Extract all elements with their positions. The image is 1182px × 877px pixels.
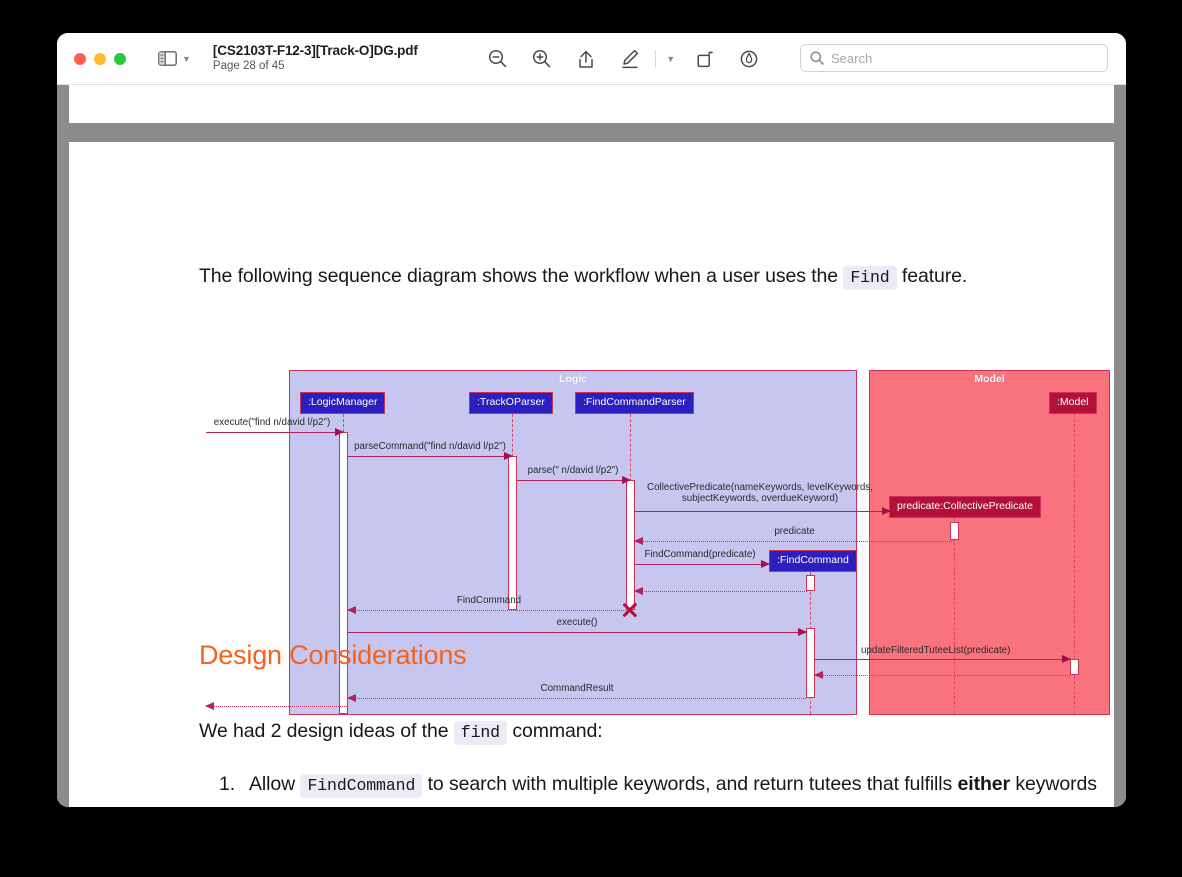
intro-text-before: The following sequence diagram shows the… xyxy=(199,265,839,287)
participant-findcommand: :FindCommand xyxy=(769,550,857,572)
maximize-button[interactable] xyxy=(114,52,126,65)
activation-model xyxy=(1070,659,1079,675)
search-field[interactable]: Search xyxy=(800,44,1108,72)
list-item: 1. Allow FindCommand to search with mult… xyxy=(219,769,1109,801)
rotate-icon xyxy=(697,50,713,67)
design-ideas-paragraph: We had 2 design ideas of the find comman… xyxy=(199,717,603,745)
message-parsecommand-label: parseCommand("find n/david l/p2") xyxy=(354,441,506,452)
design-ideas-list: 1. Allow FindCommand to search with mult… xyxy=(219,769,1109,801)
list-item-number: 1. xyxy=(219,773,236,795)
label-line-2: subjectKeywords, overdueKeyword) xyxy=(681,493,839,505)
list-item-text-middle: to search with multiple keywords, and re… xyxy=(427,773,953,795)
inline-code-find-lower: find xyxy=(453,721,507,745)
message-findcommand-create-label: FindCommand(predicate) xyxy=(644,549,756,560)
section-heading-design-considerations: Design Considerations xyxy=(199,640,467,670)
search-icon xyxy=(810,51,824,65)
toolbar: ▼ xyxy=(476,42,771,76)
activation-findcommand-execute xyxy=(806,628,815,698)
label-line-1: CollectivePredicate(nameKeywords, levelK… xyxy=(647,482,873,493)
zoom-in-button[interactable] xyxy=(520,42,564,76)
activation-trackoparser xyxy=(508,456,517,610)
window-titlebar: ▼ [CS2103T-F12-3][Track-O]DG.pdf Page 28… xyxy=(57,33,1126,85)
subpara-text-after: command: xyxy=(512,720,603,742)
inline-code-find-capital: Find xyxy=(843,266,897,290)
list-item-text-after: keywords xyxy=(1015,773,1097,795)
activation-findcommand-create xyxy=(806,575,815,591)
participant-trackoparser: :TrackOParser xyxy=(469,392,553,414)
subpara-text-before: We had 2 design ideas of the xyxy=(199,720,449,742)
activation-logicmanager xyxy=(339,432,348,714)
message-updatefilteredtuteelist-label: updateFilteredTuteeList(predicate) xyxy=(861,645,1011,656)
pdf-page-previous xyxy=(69,85,1114,123)
search-placeholder: Search xyxy=(831,50,873,66)
zoom-out-button[interactable] xyxy=(476,42,520,76)
intro-paragraph: The following sequence diagram shows the… xyxy=(199,262,967,290)
inline-code-findcommand: FindCommand xyxy=(300,774,423,798)
frame-logic-title: Logic xyxy=(559,373,587,385)
intro-text-after: feature. xyxy=(901,265,968,287)
page-indicator: Page 28 of 45 xyxy=(212,60,285,73)
document-title: [CS2103T-F12-3][Track-O]DG.pdf xyxy=(212,43,418,59)
preview-window: ▼ [CS2103T-F12-3][Track-O]DG.pdf Page 28… xyxy=(57,33,1126,807)
share-button[interactable] xyxy=(564,42,608,76)
message-predicate-return-label: predicate xyxy=(774,526,815,537)
list-item-text-before: Allow xyxy=(249,773,296,795)
message-execute-find-label: execute("find n/david l/p2") xyxy=(213,417,331,428)
markup-options-button[interactable]: ▼ xyxy=(659,42,683,76)
chevron-down-icon: ▼ xyxy=(666,54,676,64)
markup-button[interactable] xyxy=(608,42,652,76)
message-commandresult-label: CommandResult xyxy=(540,683,614,694)
zoom-out-icon xyxy=(489,49,507,68)
document-scroll-area[interactable]: The following sequence diagram shows the… xyxy=(57,85,1126,807)
chevron-down-icon: ▼ xyxy=(182,54,191,64)
markup-pen-icon xyxy=(621,49,638,68)
minimize-button[interactable] xyxy=(94,52,106,65)
zoom-in-icon xyxy=(533,49,551,68)
list-item-text-bold: either xyxy=(957,773,1011,795)
lifeline-collectivepredicate xyxy=(954,518,955,714)
participant-collectivepredicate: predicate:CollectivePredicate xyxy=(889,496,1041,518)
frame-model-title: Model xyxy=(974,373,1005,385)
sidebar-icon xyxy=(158,51,177,66)
annotate-button[interactable] xyxy=(727,42,771,76)
rotate-button[interactable] xyxy=(683,42,727,76)
message-parse-label: parse(" n/david l/p2") xyxy=(527,465,619,476)
document-info: [CS2103T-F12-3][Track-O]DG.pdf Page 28 o… xyxy=(213,43,418,73)
screen: ▼ [CS2103T-F12-3][Track-O]DG.pdf Page 28… xyxy=(0,0,1182,877)
message-findcommand-return-label: FindCommand xyxy=(456,595,522,606)
share-icon xyxy=(578,50,593,68)
annotate-icon xyxy=(740,50,758,67)
message-collectivepredicate-label: CollectivePredicate(nameKeywords, levelK… xyxy=(629,482,891,505)
participant-findcommandparser: :FindCommandParser xyxy=(575,392,694,414)
close-button[interactable] xyxy=(74,52,86,65)
toolbar-divider xyxy=(654,50,656,67)
pdf-page-current: The following sequence diagram shows the… xyxy=(69,142,1114,807)
sidebar-toggle-button[interactable]: ▼ xyxy=(158,51,191,66)
participant-logicmanager: :LogicManager xyxy=(300,392,386,414)
participant-model: :Model xyxy=(1049,392,1097,414)
traffic-lights xyxy=(74,52,126,65)
message-execute-label: execute() xyxy=(556,617,598,628)
